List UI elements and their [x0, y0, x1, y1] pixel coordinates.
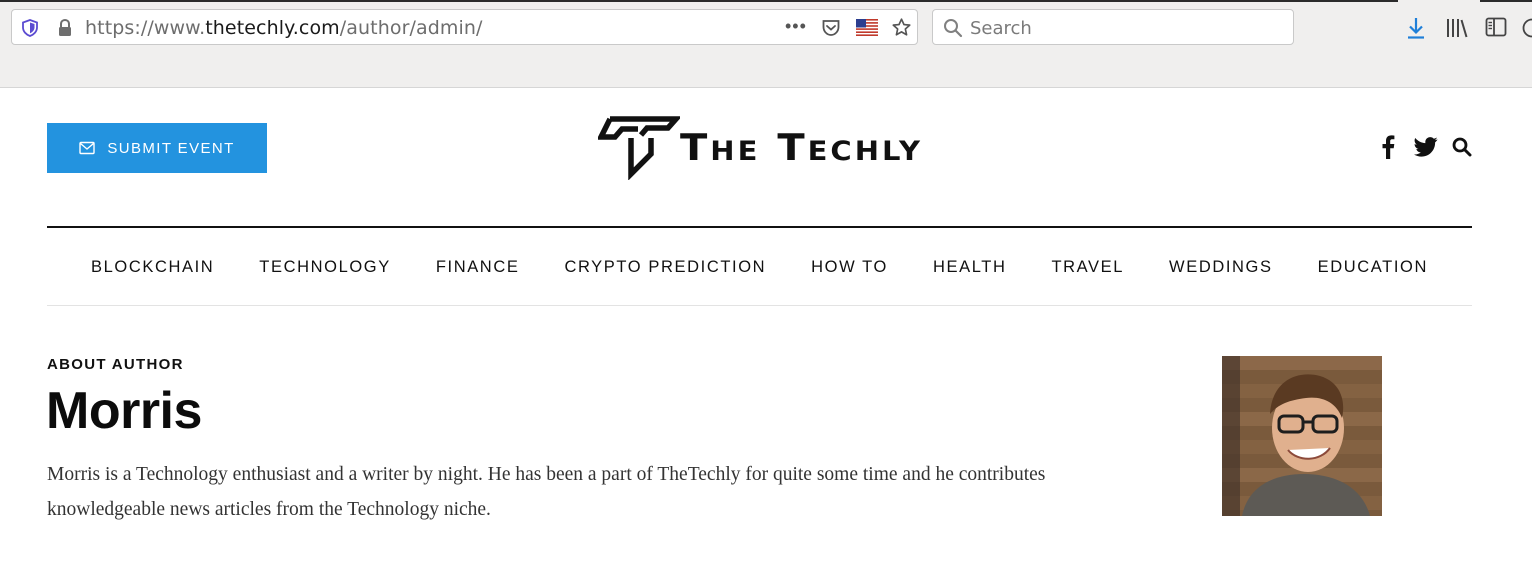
shield-icon[interactable] [21, 19, 39, 37]
lock-icon[interactable] [56, 18, 74, 38]
nav-item-finance[interactable]: FINANCE [436, 258, 520, 277]
page-actions-menu-icon[interactable]: ••• [785, 16, 807, 37]
nav-item-health[interactable]: HEALTH [933, 258, 1006, 277]
overflow-icon[interactable] [1521, 17, 1532, 39]
facebook-icon [1382, 135, 1395, 159]
submit-event-button[interactable]: SUBMIT EVENT [47, 123, 267, 173]
author-avatar [1222, 356, 1382, 516]
browser-search-input[interactable] [970, 16, 1270, 40]
browser-search-bar[interactable] [932, 9, 1294, 45]
search-icon [1452, 137, 1472, 157]
author-name: Morris [46, 382, 202, 440]
header-divider [47, 226, 1472, 228]
envelope-icon [79, 141, 96, 155]
submit-event-label: SUBMIT EVENT [107, 139, 235, 157]
nav-item-travel[interactable]: TRAVEL [1051, 258, 1124, 277]
bookmark-star-icon[interactable] [891, 17, 912, 38]
pocket-icon[interactable] [821, 18, 841, 38]
nav-item-weddings[interactable]: WEDDINGS [1169, 258, 1273, 277]
nav-item-education[interactable]: EDUCATION [1318, 258, 1428, 277]
facebook-link[interactable] [1381, 133, 1395, 161]
site-search-button[interactable] [1452, 133, 1474, 161]
url-text[interactable]: https://www.thetechly.com/author/admin/ [85, 17, 483, 39]
search-icon [944, 19, 963, 38]
main-navigation: BLOCKCHAIN TECHNOLOGY FINANCE CRYPTO PRE… [47, 248, 1472, 286]
sidebar-icon[interactable] [1485, 17, 1507, 37]
window-top-edge [0, 0, 1532, 2]
nav-item-technology[interactable]: TECHNOLOGY [259, 258, 391, 277]
us-flag-icon[interactable] [856, 19, 878, 36]
site-logo[interactable]: THE TECHLY [598, 116, 928, 180]
nav-item-blockchain[interactable]: BLOCKCHAIN [91, 258, 214, 277]
twitter-link[interactable] [1414, 133, 1438, 161]
library-icon[interactable] [1445, 17, 1469, 39]
download-icon[interactable] [1405, 16, 1427, 40]
nav-item-how-to[interactable]: HOW TO [811, 258, 888, 277]
about-author-label: ABOUT AUTHOR [47, 356, 184, 373]
address-bar[interactable]: https://www.thetechly.com/author/admin/ … [11, 9, 918, 45]
browser-toolbar: https://www.thetechly.com/author/admin/ … [0, 0, 1532, 88]
twitter-icon [1414, 137, 1438, 157]
logo-text: THE TECHLY [680, 126, 923, 170]
nav-divider [47, 305, 1472, 306]
author-bio: Morris is a Technology enthusiast and a … [47, 464, 1046, 520]
nav-item-crypto-prediction[interactable]: CRYPTO PREDICTION [564, 258, 766, 277]
logo-mark-icon [598, 116, 680, 180]
